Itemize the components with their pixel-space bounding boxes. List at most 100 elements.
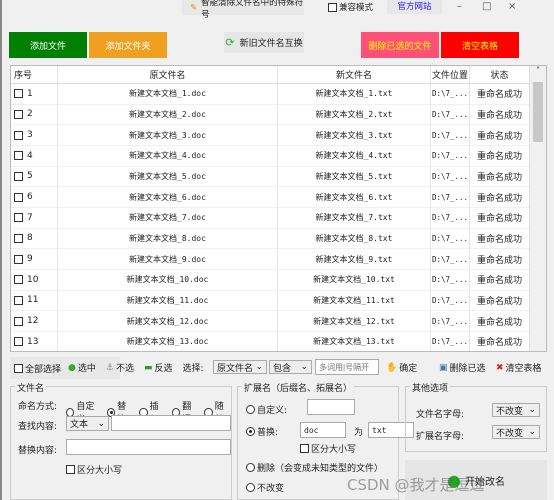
checkbox-icon[interactable]: [14, 275, 23, 285]
refresh-icon: ⟳: [225, 36, 235, 49]
row-index[interactable]: 1: [11, 84, 58, 104]
clear-table-small-button[interactable]: ✖ 清空表格: [496, 361, 542, 375]
table-row[interactable]: 5 新建文本文档_5.doc 新建文本文档_5.txt D:\7_... 重命名…: [11, 166, 546, 188]
ext-case-checkbox[interactable]: 区分大小写: [300, 442, 356, 455]
ext-custom-radio[interactable]: 自定义:: [246, 403, 287, 416]
row-index[interactable]: 8: [11, 228, 58, 249]
check-button[interactable]: ● 选中: [68, 361, 96, 375]
location-cell: D:\7_...: [431, 166, 470, 187]
match-select[interactable]: 包含 ⌄: [269, 360, 312, 374]
row-index[interactable]: 3: [11, 125, 58, 145]
add-file-button[interactable]: 添加文件: [9, 32, 87, 58]
row-index[interactable]: 9: [11, 249, 58, 269]
checkbox-icon[interactable]: [14, 254, 23, 264]
select-all-checkbox[interactable]: 全部选择: [14, 362, 61, 375]
row-index[interactable]: 11: [11, 290, 58, 311]
checkbox-icon[interactable]: [14, 337, 23, 347]
checkbox-icon[interactable]: [14, 151, 23, 161]
location-cell: D:\7_...: [431, 290, 470, 311]
radio-icon: [246, 405, 255, 414]
table-row[interactable]: 3 新建文本文档_3.doc 新建文本文档_3.txt D:\7_... 重命名…: [11, 125, 546, 146]
chevron-down-icon: ⌄: [97, 418, 105, 429]
official-site-link[interactable]: 官方网站: [387, 0, 442, 14]
table-row[interactable]: 6 新建文本文档_6.doc 新建文本文档_6.txt D:\7_... 重命名…: [11, 187, 546, 208]
close-button[interactable]: ×: [508, 1, 516, 12]
maximize-button[interactable]: □: [482, 1, 491, 12]
confirm-button[interactable]: ✋ 确定: [386, 361, 417, 375]
delete-checked-button[interactable]: ▣ 删除已选: [439, 361, 486, 375]
ext-case-select[interactable]: 不改变 ⌄: [492, 425, 540, 439]
table-row[interactable]: 2 新建文本文档_2.doc 新建文本文档_2.txt D:\7_... 重命名…: [11, 104, 546, 126]
scroll-up-icon[interactable]: ˄: [530, 66, 546, 75]
checkbox-icon: [66, 465, 75, 474]
scroll-thumb[interactable]: [533, 82, 543, 142]
row-index[interactable]: 13: [11, 331, 58, 351]
row-index[interactable]: 2: [11, 104, 58, 125]
anchor-icon: ⚓: [105, 362, 114, 373]
uncheck-button[interactable]: ⚓ 不选: [105, 361, 134, 375]
clear-table-button[interactable]: 清空表格: [441, 32, 519, 58]
find-type-select[interactable]: 文本 ⌄: [66, 416, 109, 431]
checkbox-icon[interactable]: [14, 192, 23, 202]
original-name-cell: 新建文本文档_7.doc: [58, 207, 278, 228]
swap-names-button[interactable]: ⟳ 新旧文件名互换: [224, 32, 304, 53]
header-new-name: 新文件名: [278, 66, 431, 83]
replace-input[interactable]: [66, 439, 231, 455]
checkbox-icon: [300, 444, 309, 453]
checkbox-icon[interactable]: [14, 130, 23, 140]
ext-delete-radio[interactable]: 删除（会变成未知类型的文件）: [246, 461, 383, 474]
minimize-button[interactable]: –: [457, 1, 462, 12]
ext-from-input[interactable]: doc: [300, 422, 346, 438]
invert-button[interactable]: ▬ 反选: [144, 361, 173, 375]
table-row[interactable]: 1 新建文本文档_1.doc 新建文本文档_1.txt D:\7_... 重命名…: [11, 84, 546, 105]
checkbox-icon[interactable]: [14, 109, 23, 119]
status-cell: 重命名成功: [470, 311, 530, 331]
delete-selected-files-button[interactable]: 删除已选的文件: [361, 32, 439, 58]
location-cell: D:\7_...: [431, 84, 470, 104]
field-select[interactable]: 原文件名 ⌄: [213, 360, 267, 374]
table-row[interactable]: 12 新建文本文档_12.doc 新建文本文档_12.txt D:\7_... …: [11, 311, 546, 332]
ext-replace-radio[interactable]: 普换:: [246, 425, 278, 438]
checkbox-icon[interactable]: [14, 171, 23, 181]
checkbox-icon[interactable]: [14, 89, 23, 99]
status-cell: 重命名成功: [470, 125, 530, 145]
keyword-input[interactable]: [315, 359, 379, 375]
original-name-cell: 新建文本文档_5.doc: [58, 166, 278, 187]
other-options-group: 其他选项 文件名字母: 不改变 ⌄ 扩展名字母: 不改变 ⌄: [405, 381, 547, 452]
row-index[interactable]: 5: [11, 166, 58, 187]
naming-label: 命名方式:: [18, 402, 58, 412]
select-label: 选择:: [182, 364, 204, 374]
table-row[interactable]: 8 新建文本文档_8.doc 新建文本文档_8.txt D:\7_... 重命名…: [11, 228, 546, 250]
table-row[interactable]: 9 新建文本文档_9.doc 新建文本文档_9.txt D:\7_... 重命名…: [11, 249, 546, 270]
row-index[interactable]: 6: [11, 187, 58, 207]
ext-keep-radio[interactable]: 不改变: [246, 481, 284, 494]
table-row[interactable]: 7 新建文本文档_7.doc 新建文本文档_7.txt D:\7_... 重命名…: [11, 207, 546, 229]
row-index[interactable]: 7: [11, 207, 58, 228]
replace-label: 替换内容:: [18, 446, 58, 456]
new-name-cell: 新建文本文档_13.txt: [278, 331, 431, 351]
new-name-cell: 新建文本文档_5.txt: [278, 166, 431, 187]
brush-icon: ✎: [190, 2, 198, 13]
find-input[interactable]: [111, 415, 231, 431]
checkbox-icon[interactable]: [14, 295, 23, 305]
table-row[interactable]: 10 新建文本文档_10.doc 新建文本文档_10.txt D:\7_... …: [11, 269, 546, 291]
row-index[interactable]: 10: [11, 269, 58, 290]
table-row[interactable]: 4 新建文本文档_4.doc 新建文本文档_4.txt D:\7_... 重命名…: [11, 145, 546, 167]
table-row[interactable]: 11 新建文本文档_11.doc 新建文本文档_11.txt D:\7_... …: [11, 290, 546, 312]
location-cell: D:\7_...: [431, 145, 470, 166]
status-cell: 重命名成功: [470, 331, 530, 351]
table-row[interactable]: 13 新建文本文档_13.doc 新建文本文档_13.txt D:\7_... …: [11, 331, 546, 351]
add-folder-button[interactable]: 添加文件夹: [89, 32, 167, 58]
checkbox-icon[interactable]: [14, 213, 23, 223]
radio-icon: [246, 483, 255, 492]
checkbox-icon[interactable]: [14, 233, 23, 243]
name-case-select[interactable]: 不改变 ⌄: [492, 403, 540, 417]
ext-custom-input[interactable]: [307, 399, 355, 415]
case-sensitive-checkbox[interactable]: 区分大小写: [66, 463, 122, 476]
compat-mode-checkbox[interactable]: 兼容模式: [328, 1, 373, 13]
row-index[interactable]: 4: [11, 145, 58, 166]
row-index[interactable]: 12: [11, 311, 58, 331]
checkbox-icon[interactable]: [14, 316, 23, 326]
status-cell: 重命名成功: [470, 166, 530, 187]
table-scrollbar[interactable]: ˄: [529, 66, 546, 351]
